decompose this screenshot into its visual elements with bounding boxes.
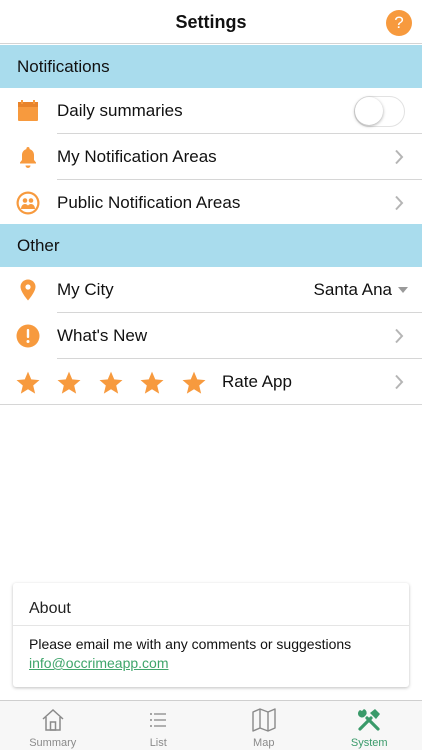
home-icon — [42, 708, 64, 731]
my-notification-areas-row[interactable]: My Notification Areas — [0, 134, 422, 180]
my-city-label: My City — [57, 280, 114, 299]
tab-label: List — [149, 737, 167, 749]
tab-map[interactable]: Map — [211, 701, 317, 750]
whats-new-label: What's New — [57, 326, 148, 345]
star-icon — [140, 371, 164, 394]
star-icon — [182, 371, 206, 394]
daily-summaries-toggle[interactable] — [354, 96, 405, 127]
bell-icon — [20, 147, 36, 168]
about-email-link[interactable]: info@occrimeapp.com — [29, 655, 169, 671]
tab-bar: Summary List Map System — [0, 700, 422, 750]
tab-label: Map — [253, 737, 275, 749]
about-card: About Please email me with any comments … — [13, 583, 409, 687]
chevron-right-icon — [395, 328, 404, 344]
location-pin-icon — [20, 279, 36, 301]
section-header-other: Other — [0, 224, 422, 267]
my-notification-areas-label: My Notification Areas — [57, 147, 217, 166]
whats-new-row[interactable]: What's New — [0, 313, 422, 359]
map-icon — [252, 708, 276, 732]
exclamation-icon — [16, 324, 40, 348]
star-icon — [99, 371, 123, 394]
page-title: Settings — [175, 12, 247, 32]
star-icon — [16, 371, 40, 394]
tab-system[interactable]: System — [317, 701, 422, 750]
chevron-right-icon — [395, 149, 404, 165]
calendar-icon — [18, 100, 38, 121]
people-icon — [16, 191, 40, 215]
dropdown-caret-icon[interactable] — [398, 287, 408, 293]
public-notification-areas-row[interactable]: Public Notification Areas — [0, 180, 422, 226]
daily-summaries-row: Daily summaries — [0, 88, 422, 134]
toggle-knob — [355, 97, 383, 125]
section-header-notifications: Notifications — [0, 45, 422, 88]
my-city-row[interactable]: My City Santa Ana — [0, 267, 422, 313]
rate-app-row[interactable]: Rate App — [0, 359, 422, 405]
row-separator — [0, 404, 422, 405]
star-icon — [57, 371, 81, 394]
tab-label: System — [350, 737, 388, 749]
list-icon — [150, 713, 167, 727]
public-notification-areas-label: Public Notification Areas — [57, 193, 241, 212]
chevron-right-icon — [395, 195, 404, 211]
help-button[interactable]: ? — [386, 10, 412, 36]
rate-app-label: Rate App — [222, 372, 292, 391]
tab-label: Summary — [29, 737, 77, 749]
my-city-value[interactable]: Santa Ana — [314, 267, 392, 313]
tab-summary[interactable]: Summary — [0, 701, 106, 750]
tools-icon — [358, 709, 381, 731]
daily-summaries-label: Daily summaries — [57, 101, 183, 120]
about-title: About — [29, 600, 71, 617]
navigation-bar: Settings ? — [0, 0, 422, 44]
about-divider — [13, 625, 409, 626]
about-text: Please email me with any comments or sug… — [29, 636, 352, 652]
chevron-right-icon — [395, 374, 404, 390]
tab-list[interactable]: List — [106, 701, 212, 750]
